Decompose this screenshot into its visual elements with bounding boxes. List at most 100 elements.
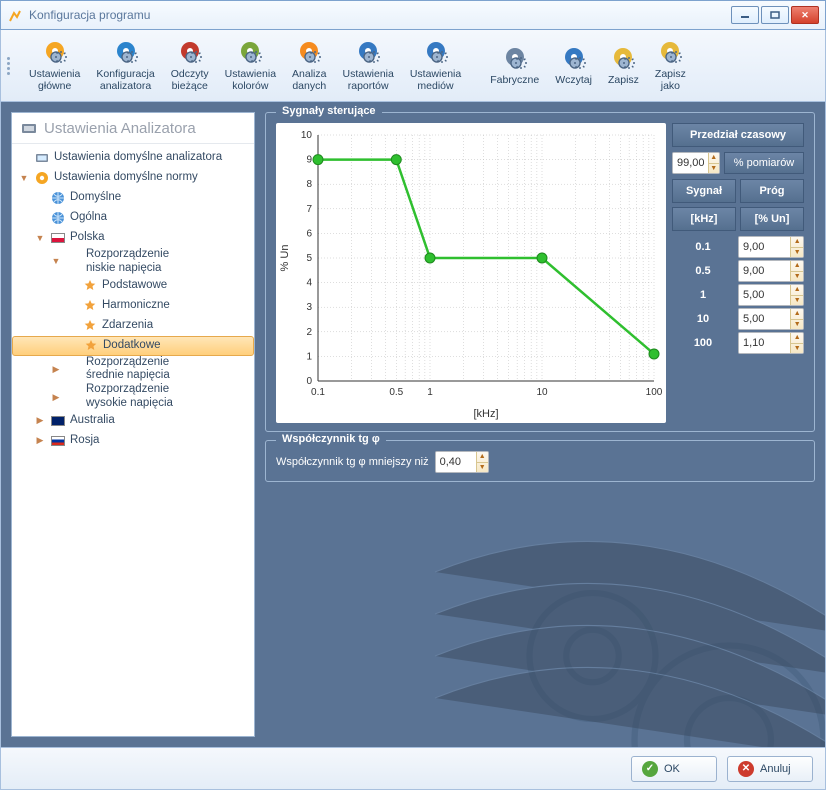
spin-up-icon[interactable]: ▲ xyxy=(791,237,803,248)
analyzer-config-icon xyxy=(112,39,140,67)
threshold-spin-1[interactable]: ▲▼ xyxy=(738,260,804,282)
spin-up-icon[interactable]: ▲ xyxy=(791,261,803,272)
tree-item-label: Rozporządzenieśrednie napięcia xyxy=(86,356,170,384)
threshold-input-3[interactable] xyxy=(739,309,790,329)
live-readings-icon xyxy=(176,39,204,67)
tree-arrow-icon[interactable]: ▼ xyxy=(18,173,30,184)
spin-up-icon[interactable]: ▲ xyxy=(791,333,803,344)
tree-item-icon xyxy=(34,170,50,186)
spin-down-icon[interactable]: ▼ xyxy=(791,320,803,330)
maximize-button[interactable] xyxy=(761,6,789,24)
threshold-input-4[interactable] xyxy=(739,333,790,353)
tree-arrow-icon[interactable]: ▶ xyxy=(34,435,46,446)
tree-item-label: Ustawienia domyślne normy xyxy=(54,171,198,185)
threshold-row: 0.1▲▼ xyxy=(672,235,804,259)
toolbar-grip[interactable] xyxy=(7,57,17,75)
tree-item-label: Rozporządzenieniskie napięcia xyxy=(86,248,169,276)
tree-arrow-icon[interactable]: ▶ xyxy=(34,415,46,426)
toolbar-load[interactable]: Wczytaj xyxy=(547,37,600,94)
tree-arrow-icon[interactable]: ▼ xyxy=(50,256,62,267)
spin-up-icon[interactable]: ▲ xyxy=(791,285,803,296)
tree-rozp-niskie[interactable]: ▼ Rozporządzenieniskie napięcia xyxy=(12,248,254,276)
tree-default-norm[interactable]: ▼ Ustawienia domyślne normy xyxy=(12,168,254,188)
signals-side-panel: Przedział czasowy ▲▼ % pomiarów Sygnał P… xyxy=(672,123,804,423)
spin-down-icon[interactable]: ▼ xyxy=(709,164,719,174)
tree-item-label: Zdarzenia xyxy=(102,319,153,333)
tree-polska[interactable]: ▼Polska xyxy=(12,228,254,248)
tree-dodatkowe[interactable]: Dodatkowe xyxy=(12,336,254,356)
tree-item-icon xyxy=(50,413,66,429)
threshold-input-0[interactable] xyxy=(739,237,790,257)
toolbar-analyzer-config[interactable]: Konfiguracjaanalizatora xyxy=(88,37,162,94)
tgphi-fieldset: Współczynnik tg φ Współczynnik tg φ mnie… xyxy=(265,440,815,482)
tree-arrow-icon[interactable]: ▶ xyxy=(50,392,62,403)
toolbar-save[interactable]: Zapisz xyxy=(600,37,647,94)
factory-icon xyxy=(501,45,529,73)
tree-default-analyzer[interactable]: Ustawienia domyślne analizatora xyxy=(12,148,254,168)
tree-item-label: Harmoniczne xyxy=(102,299,170,313)
spin-down-icon[interactable]: ▼ xyxy=(791,272,803,282)
tree-item-label: Ustawienia domyślne analizatora xyxy=(54,151,222,165)
threshold-spin-3[interactable]: ▲▼ xyxy=(738,308,804,330)
toolbar-data-analysis[interactable]: Analizadanych xyxy=(284,37,334,94)
tree-item-label: Dodatkowe xyxy=(103,339,161,353)
spin-down-icon[interactable]: ▼ xyxy=(791,344,803,354)
ok-label: OK xyxy=(664,763,680,775)
tree-arrow-icon[interactable]: ▼ xyxy=(34,233,46,244)
ok-button[interactable]: ✓ OK xyxy=(631,756,717,782)
signal-freq-label: 100 xyxy=(672,337,734,349)
tree-header: Ustawienia Analizatora xyxy=(12,113,254,144)
threshold-input-1[interactable] xyxy=(739,261,790,281)
time-range-input[interactable] xyxy=(673,153,708,173)
threshold-row: 1▲▼ xyxy=(672,283,804,307)
spin-down-icon[interactable]: ▼ xyxy=(477,463,488,473)
svg-text:2: 2 xyxy=(306,327,312,338)
threshold-spin-4[interactable]: ▲▼ xyxy=(738,332,804,354)
tree-rozp-wysokie[interactable]: ▶ Rozporządzeniewysokie napięcia xyxy=(12,383,254,411)
tree-item-icon xyxy=(50,190,66,206)
close-button[interactable]: ✕ xyxy=(791,6,819,24)
toolbar-report-settings[interactable]: Ustawieniaraportów xyxy=(334,37,401,94)
cancel-button[interactable]: ✕ Anuluj xyxy=(727,756,813,782)
threshold-row: 100 ▲▼ xyxy=(672,331,804,355)
tgphi-input[interactable] xyxy=(436,452,476,472)
toolbar-save-as[interactable]: Zapiszjako xyxy=(647,37,694,94)
tree-item-label: Rozporządzeniewysokie napięcia xyxy=(86,383,173,411)
spin-down-icon[interactable]: ▼ xyxy=(791,296,803,306)
tree-rosja[interactable]: ▶Rosja xyxy=(12,431,254,451)
tree-australia[interactable]: ▶Australia xyxy=(12,411,254,431)
tree-domyslne[interactable]: Domyślne xyxy=(12,188,254,208)
tgphi-spin[interactable]: ▲▼ xyxy=(435,451,489,473)
media-settings-icon xyxy=(422,39,450,67)
minimize-button[interactable] xyxy=(731,6,759,24)
tree-item-icon xyxy=(82,298,98,314)
toolbar-media-settings[interactable]: Ustawieniamediów xyxy=(402,37,469,94)
check-icon: ✓ xyxy=(642,761,658,777)
toolbar-main-settings[interactable]: Ustawieniagłówne xyxy=(21,37,88,94)
tree-zdarzenia[interactable]: Zdarzenia xyxy=(12,316,254,336)
tree-ogolna[interactable]: Ogólna xyxy=(12,208,254,228)
color-settings-icon xyxy=(236,39,264,67)
tree-item-label: Domyślne xyxy=(70,191,121,205)
toolbar-factory[interactable]: Fabryczne xyxy=(482,37,547,94)
col-threshold-header: Próg xyxy=(740,179,804,203)
spin-up-icon[interactable]: ▲ xyxy=(791,309,803,320)
toolbar-color-settings[interactable]: Ustawieniakolorów xyxy=(217,37,284,94)
tree-rozp-srednie[interactable]: ▶ Rozporządzenieśrednie napięcia xyxy=(12,356,254,384)
threshold-input-2[interactable] xyxy=(739,285,790,305)
spin-down-icon[interactable]: ▼ xyxy=(791,248,803,258)
tree-harmoniczne[interactable]: Harmoniczne xyxy=(12,296,254,316)
spin-up-icon[interactable]: ▲ xyxy=(709,153,719,164)
toolbar-live-readings[interactable]: Odczytybieżące xyxy=(163,37,217,94)
spin-up-icon[interactable]: ▲ xyxy=(477,452,488,463)
tgphi-label: Współczynnik tg φ mniejszy niż xyxy=(276,456,429,468)
svg-text:9: 9 xyxy=(306,155,312,166)
tree-podstawowe[interactable]: Podstawowe xyxy=(12,276,254,296)
threshold-spin-2[interactable]: ▲▼ xyxy=(738,284,804,306)
tree-arrow-icon[interactable]: ▶ xyxy=(50,364,62,375)
time-range-spin[interactable]: ▲▼ xyxy=(672,152,720,174)
threshold-spin-0[interactable]: ▲▼ xyxy=(738,236,804,258)
svg-text:4: 4 xyxy=(306,278,312,289)
tree-item-icon xyxy=(34,150,50,166)
svg-text:1: 1 xyxy=(427,387,433,398)
